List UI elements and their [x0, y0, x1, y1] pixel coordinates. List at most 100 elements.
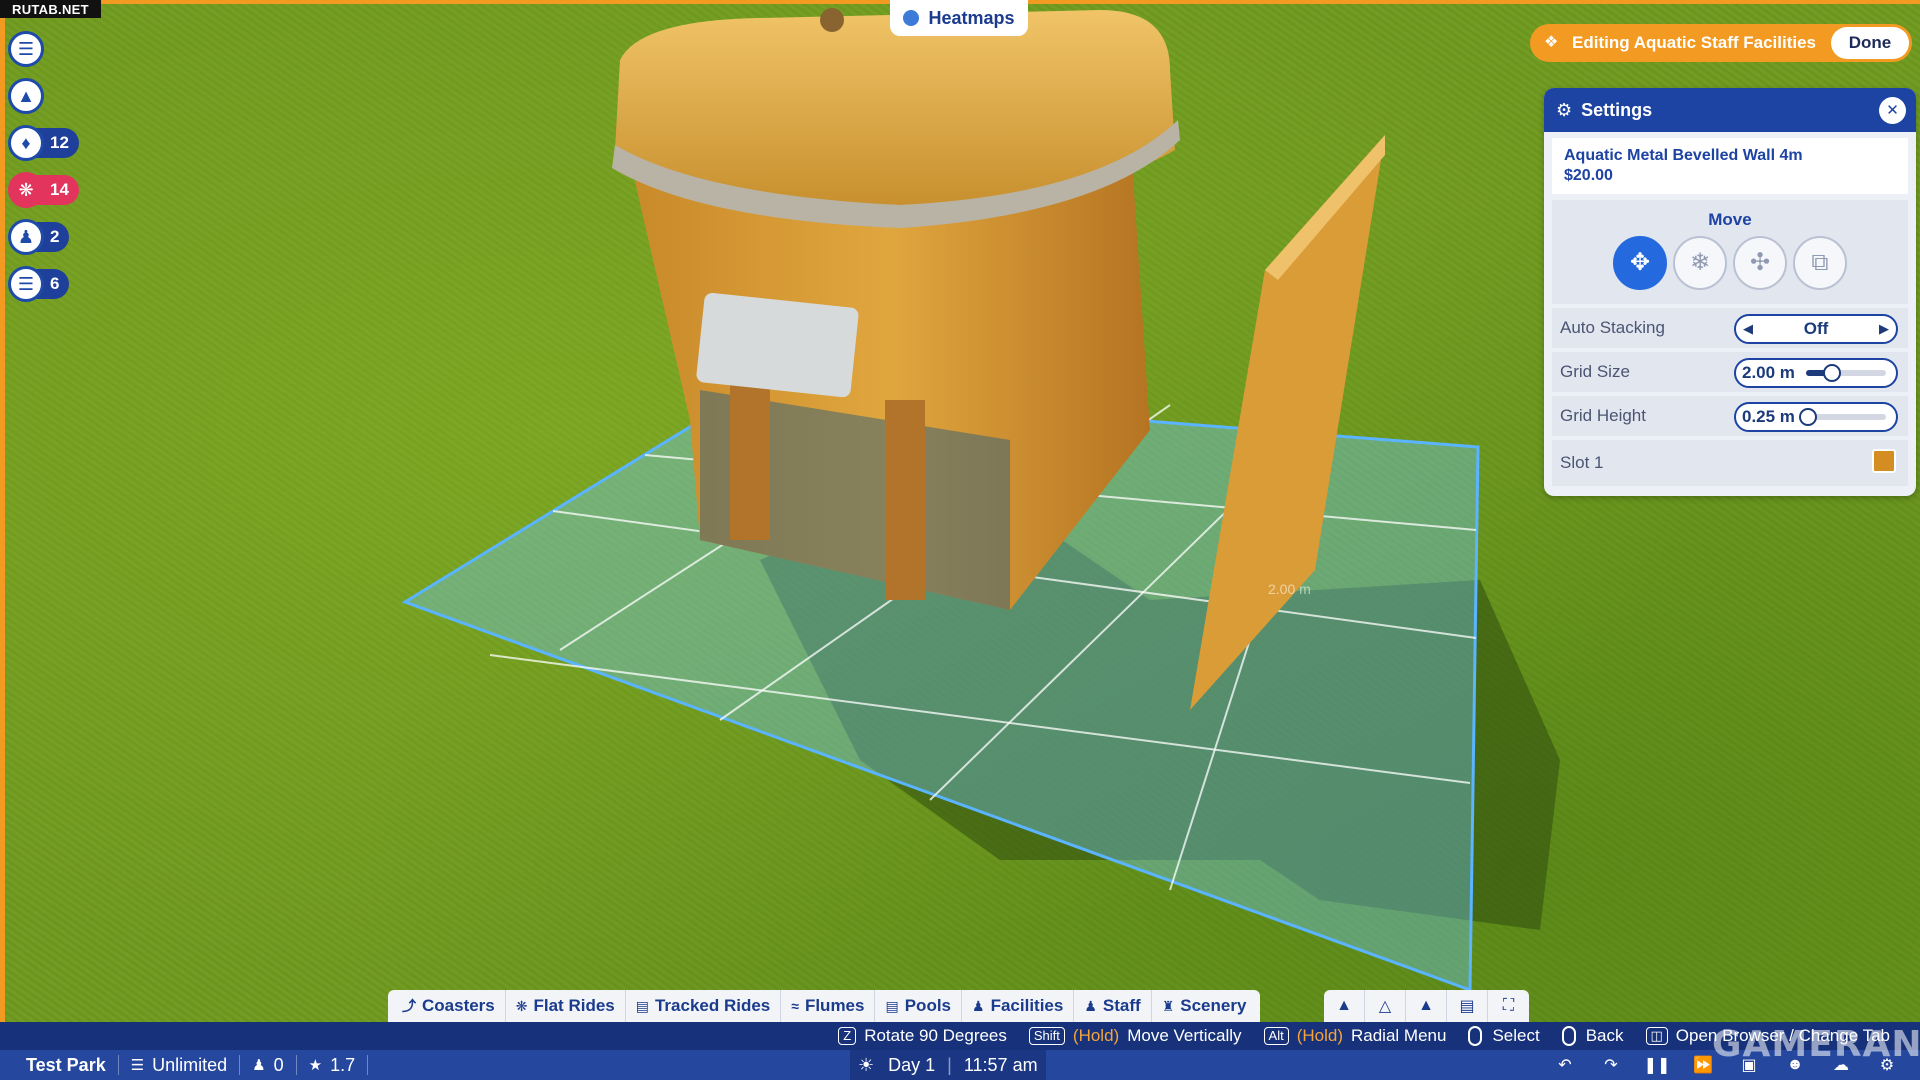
editing-banner: ❖ Editing Aquatic Staff Facilities Done	[1530, 24, 1912, 62]
move-advanced-icon[interactable]: ❄	[1673, 236, 1727, 290]
hold-label: (Hold)	[1296, 1026, 1343, 1045]
tab-flat-rides[interactable]: ❋ Flat Rides	[506, 990, 626, 1022]
close-icon[interactable]: ✕	[1879, 97, 1906, 124]
auto-stacking-label: Auto Stacking	[1560, 318, 1665, 337]
auto-stacking-stepper[interactable]: ◀ Off ▶	[1734, 314, 1898, 344]
day-value: Day 1	[888, 1054, 936, 1075]
hint-back: Back	[1561, 1026, 1624, 1046]
grid-size-row: Grid Size 2.00 m	[1552, 352, 1908, 392]
heatmaps-label: Heatmaps	[928, 7, 1015, 28]
stack-item-clipboard[interactable]: ☰	[8, 31, 79, 67]
grid-size-slider[interactable]: 2.00 m	[1734, 358, 1898, 388]
date-time: ☀ Day 1 | 11:57 am	[850, 1050, 1046, 1080]
tab-label: Facilities	[990, 996, 1064, 1015]
star-icon: ★	[308, 1057, 323, 1074]
time-value: 11:57 am	[963, 1054, 1038, 1075]
slot-label: Slot 1	[1560, 453, 1604, 472]
terrain-tool-icon[interactable]: ▲	[1324, 990, 1365, 1022]
left-mouse-icon	[1468, 1026, 1483, 1046]
left-notification-stack: ☰ ▲ ♦ 12 ❋ 14 ♟ 2 ☰ 6	[8, 31, 79, 314]
money-status[interactable]: ☰ Unlimited	[119, 1054, 241, 1075]
scale-icon[interactable]: ⧉	[1793, 236, 1847, 290]
tool-tabs: ▲ △ ▲ ▤ ⛶	[1324, 990, 1529, 1022]
grid-size-knob[interactable]	[1822, 364, 1841, 382]
settings-panel: ⚙ Settings ✕ Aquatic Metal Bevelled Wall…	[1544, 88, 1916, 496]
expand-icon[interactable]: ⛶	[1488, 990, 1529, 1022]
grid-size-value: 2.00 m	[1742, 363, 1795, 382]
hint-rotate: Z Rotate 90 Degrees	[838, 1026, 1007, 1046]
tab-label: Staff	[1102, 996, 1141, 1015]
hold-label: (Hold)	[1072, 1026, 1120, 1045]
tracked-ride-icon: ▤	[635, 997, 649, 1014]
key-alt: Alt	[1263, 1027, 1289, 1045]
notes-icon: ☰	[8, 266, 44, 302]
hint-select-label: Select	[1492, 1026, 1540, 1045]
pool-icon: ▤	[885, 997, 899, 1014]
heatmaps-button[interactable]: Heatmaps	[890, 0, 1028, 36]
settings-header: ⚙ Settings ✕	[1544, 88, 1916, 132]
gamerant-watermark: GAMERANT	[1712, 1024, 1920, 1065]
rating-status[interactable]: ★ 1.7	[297, 1054, 369, 1075]
slot-1-color-swatch[interactable]	[1872, 449, 1896, 473]
undo-icon[interactable]: ↶	[1542, 1055, 1588, 1075]
grid-height-slider[interactable]: 0.25 m	[1734, 402, 1898, 432]
hint-rotate-label: Rotate 90 Degrees	[864, 1026, 1007, 1045]
tab-label: Scenery	[1180, 996, 1247, 1015]
tab-scenery[interactable]: ♜ Scenery	[1152, 990, 1257, 1022]
tab-label: Tracked Rides	[654, 996, 771, 1015]
tab-label: Pools	[904, 996, 952, 1015]
stack-item-staff[interactable]: ♟ 2	[8, 219, 79, 255]
tab-facilities[interactable]: ♟ Facilities	[962, 990, 1075, 1022]
bell-icon: ♦	[8, 125, 44, 161]
grid-measure-label: 2.00 m	[1268, 581, 1311, 597]
grid-size-track[interactable]	[1806, 364, 1886, 382]
hint-move-label: Move Vertically	[1127, 1026, 1242, 1045]
hint-radial-menu: Alt (Hold) Radial Menu	[1263, 1026, 1446, 1046]
done-button[interactable]: Done	[1831, 27, 1909, 59]
grid-height-knob[interactable]	[1799, 408, 1818, 426]
right-mouse-icon	[1561, 1026, 1576, 1046]
pause-icon[interactable]: ❚❚	[1634, 1055, 1680, 1075]
scenery-icon: ♜	[1161, 997, 1175, 1014]
park-name-label: Test Park	[26, 1054, 106, 1075]
auto-stacking-value: Off	[1803, 319, 1829, 338]
tree-tool-icon[interactable]: △	[1365, 990, 1406, 1022]
grid-height-track[interactable]	[1799, 408, 1886, 426]
blueprint-tool-icon[interactable]: ▤	[1447, 990, 1488, 1022]
stack-item-notifications[interactable]: ♦ 12	[8, 125, 79, 161]
tab-flumes[interactable]: ≈ Flumes	[781, 990, 876, 1022]
move-axis-icon[interactable]: ✣	[1733, 236, 1787, 290]
auto-stacking-row: Auto Stacking ◀ Off ▶	[1552, 308, 1908, 348]
site-watermark: RUTAB.NET	[0, 0, 101, 18]
key-shift: Shift	[1028, 1027, 1065, 1045]
redo-icon[interactable]: ↷	[1588, 1055, 1634, 1075]
tab-label: Flumes	[804, 996, 865, 1015]
stack-item-notes[interactable]: ☰ 6	[8, 266, 79, 302]
tab-staff[interactable]: ♟ Staff	[1074, 990, 1152, 1022]
tab-label: Flat Rides	[533, 996, 615, 1015]
item-name: Aquatic Metal Bevelled Wall 4m	[1564, 147, 1803, 164]
arrow-left-icon[interactable]: ◀	[1736, 321, 1760, 337]
scenery-icon: ▲	[8, 78, 44, 114]
tab-coasters[interactable]: ⤴ Coasters	[392, 990, 506, 1022]
control-hints-bar: Z Rotate 90 Degrees Shift (Hold) Move Ve…	[0, 1022, 1920, 1050]
move-free-icon[interactable]: ✥	[1613, 236, 1667, 290]
tab-pools[interactable]: ▤ Pools	[875, 990, 963, 1022]
money-value: Unlimited	[152, 1054, 228, 1075]
arrow-right-icon[interactable]: ▶	[1872, 321, 1896, 337]
staff-icon: ♟	[8, 219, 44, 255]
rating-value: 1.7	[330, 1054, 356, 1075]
park-name[interactable]: Test Park	[0, 1055, 119, 1075]
hint-select: Select	[1468, 1026, 1540, 1046]
landscape-tool-icon[interactable]: ▲	[1406, 990, 1447, 1022]
guests-status[interactable]: ♟ 0	[240, 1054, 297, 1075]
flat-ride-icon: ❋	[515, 997, 528, 1014]
guests-icon: ♟	[252, 1057, 266, 1074]
flume-icon: ≈	[791, 998, 799, 1014]
stack-item-alerts[interactable]: ❋ 14	[8, 172, 79, 208]
guests-value: 0	[273, 1054, 284, 1075]
tab-tracked-rides[interactable]: ▤ Tracked Rides	[626, 990, 782, 1022]
grid-height-label: Grid Height	[1560, 406, 1646, 425]
key-z: Z	[838, 1027, 857, 1045]
stack-item-scenery[interactable]: ▲	[8, 78, 79, 114]
